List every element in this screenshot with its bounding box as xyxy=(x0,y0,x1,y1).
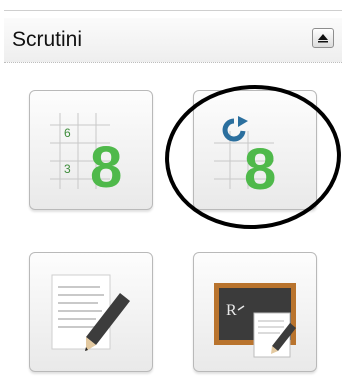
tile-edit-document[interactable] xyxy=(29,252,153,372)
panel-title: Scrutini xyxy=(12,28,83,51)
document-pencil-icon xyxy=(51,274,130,351)
small-grade-bottom: 3 xyxy=(64,162,71,176)
panel-header: Scrutini xyxy=(4,18,342,63)
small-grade-top: 6 xyxy=(64,126,71,140)
blackboard-document-icon: R xyxy=(214,283,296,358)
board-letter: R xyxy=(226,302,237,319)
highlight-ellipse xyxy=(165,84,341,230)
big-grade: 8 xyxy=(90,135,122,200)
tile-blackboard-report[interactable]: R xyxy=(193,252,317,372)
panel-top-divider xyxy=(4,10,342,11)
tile-grades-grid[interactable]: 6 3 8 xyxy=(29,90,153,210)
grade-grid-8-icon: 6 3 8 xyxy=(50,113,122,200)
collapse-button[interactable] xyxy=(312,28,334,48)
collapse-up-icon xyxy=(318,34,328,43)
